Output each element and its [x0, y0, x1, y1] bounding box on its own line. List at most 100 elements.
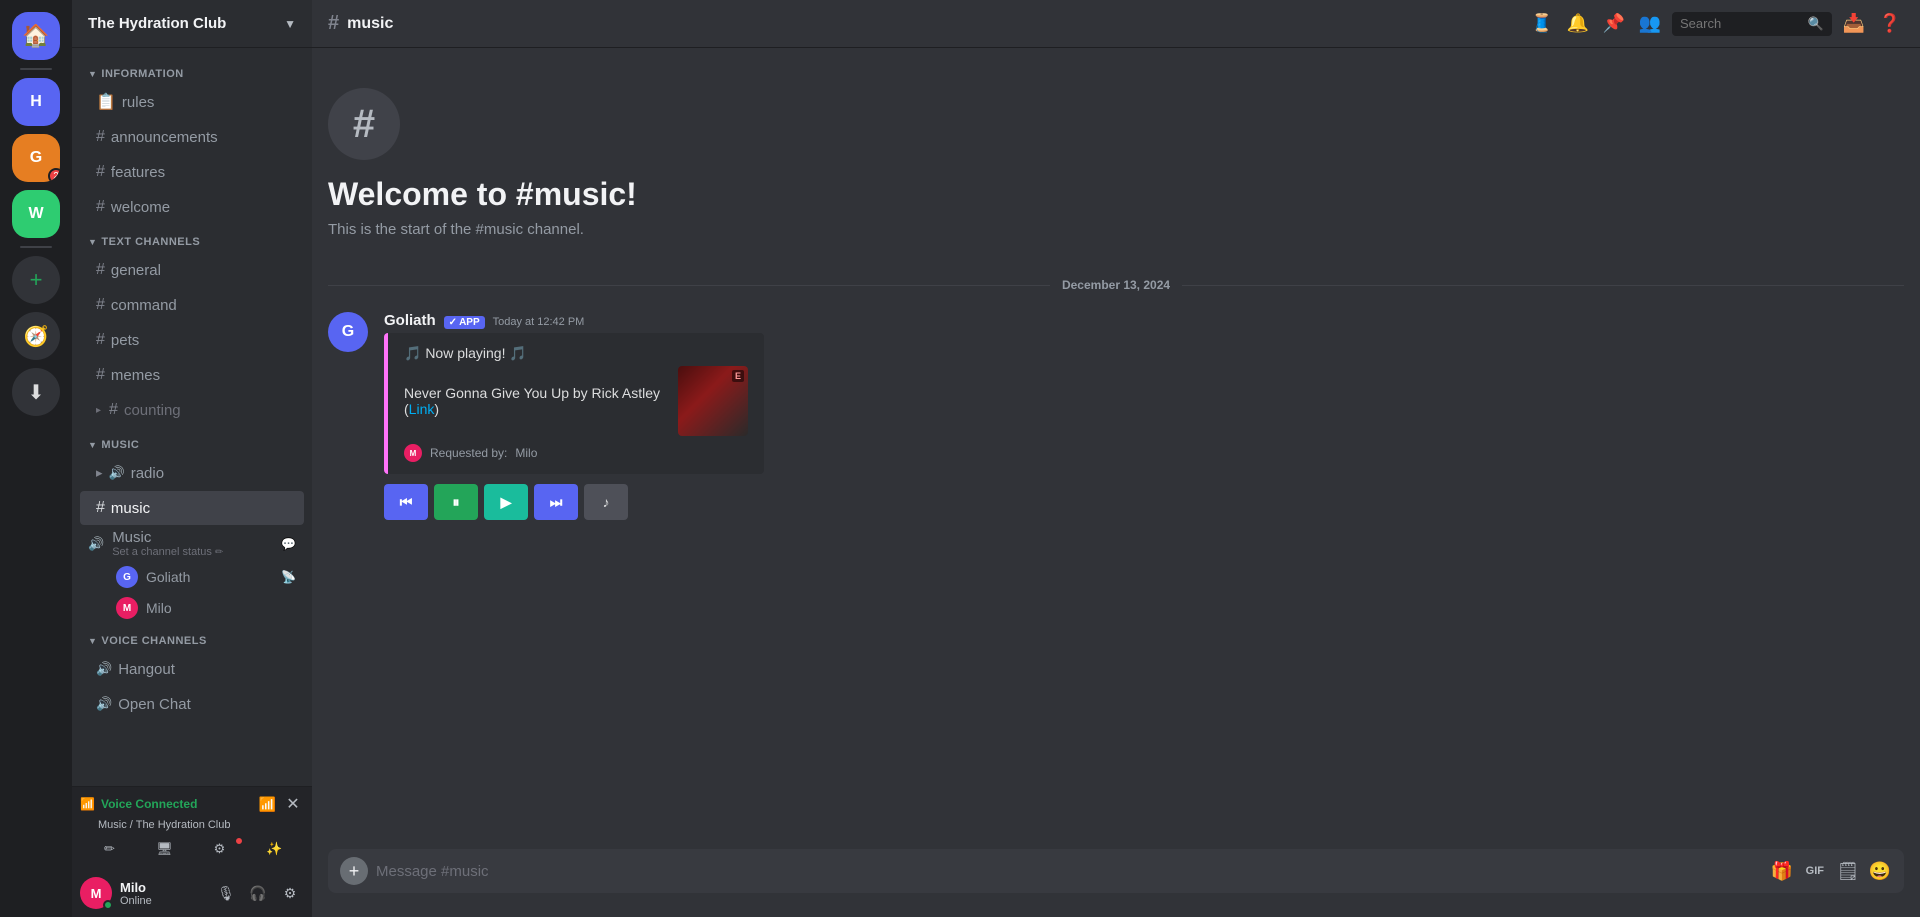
voice-effects-button[interactable]: ✨ [249, 835, 300, 863]
server-name: The Hydration Club [88, 15, 226, 32]
category-music[interactable]: ▼ MUSIC [72, 435, 312, 455]
user-status-bar: M Milo Online 🎙 🎧 ⚙ [72, 869, 312, 917]
search-input[interactable] [1680, 16, 1802, 31]
spacer [328, 528, 1904, 849]
inbox-button[interactable]: 📥 [1840, 10, 1868, 38]
voice-disconnect-button[interactable]: ✕ [282, 793, 304, 815]
server-icon-label: W [28, 205, 43, 223]
bell-icon: 🔔 [1567, 13, 1589, 34]
embed-song-row: Never Gonna Give You Up by Rick Astley (… [404, 366, 748, 436]
search-bar[interactable]: 🔍 [1672, 12, 1832, 36]
message-input[interactable] [376, 863, 1762, 880]
mute-button[interactable]: 🎙 [212, 879, 240, 907]
channel-item-general[interactable]: # general [80, 253, 304, 287]
hash-icon-music: # [96, 499, 105, 517]
hash-icon-features: # [96, 163, 105, 181]
channel-title: music [347, 15, 393, 33]
voice-member-milo[interactable]: M Milo [80, 593, 304, 623]
skip-forward-button[interactable]: ⏭ [534, 484, 578, 520]
server-icon-explore[interactable]: 🧭 [12, 312, 60, 360]
user-avatar-container[interactable]: M [80, 877, 112, 909]
member-icon-goliath: 📡 [281, 570, 296, 584]
pause-button[interactable]: ⏸ [434, 484, 478, 520]
channel-name-memes: memes [111, 367, 160, 384]
category-label-text: TEXT CHANNELS [101, 236, 200, 248]
voice-screen-button[interactable]: 🖥 [139, 835, 190, 863]
user-settings-button[interactable]: ⚙ [276, 879, 304, 907]
welcome-description: This is the start of the #music channel. [328, 221, 1904, 238]
category-label-music: MUSIC [101, 439, 139, 451]
music-voice-info: Music Set a channel status ✏ [112, 529, 223, 558]
sticker-button[interactable]: 🗒 [1836, 859, 1860, 883]
messages-area[interactable]: # Welcome to #music! This is the start o… [312, 48, 1920, 849]
server-icon-3[interactable]: W [12, 190, 60, 238]
hash-icon-command: # [96, 296, 105, 314]
help-button[interactable]: ❓ [1876, 10, 1904, 38]
music-voice-sub-channel[interactable]: 🔊 Music Set a channel status ✏ 💬 [80, 526, 304, 561]
member-list-button[interactable]: 👥 [1636, 10, 1664, 38]
pinned-messages-button[interactable]: 📌 [1600, 10, 1628, 38]
server-header[interactable]: The Hydration Club ▼ [72, 0, 312, 48]
channel-name-welcome: welcome [111, 199, 170, 216]
home-icon: 🏠 [22, 23, 49, 49]
channel-item-radio[interactable]: ▸ 🔊 radio [80, 456, 304, 490]
signal-bars-icon: 📶 [259, 796, 276, 813]
message-content: Goliath ✓ APP Today at 12:42 PM 🎵 Now pl… [384, 312, 1904, 520]
server-icon-2[interactable]: G 2 [12, 134, 60, 182]
speaker-icon-radio: 🔊 [109, 465, 125, 481]
music-controls: ⏮ ⏸ ▶ ⏭ ♪ [384, 484, 1904, 520]
message-group: G Goliath ✓ APP Today at 12:42 PM 🎵 Now … [328, 308, 1904, 524]
message-header: Goliath ✓ APP Today at 12:42 PM [384, 312, 1904, 329]
server-icon-add[interactable]: + [12, 256, 60, 304]
message-right-icons: 🎁 GIF 🗒 😀 [1770, 859, 1892, 883]
server-icon-home[interactable]: 🏠 [12, 12, 60, 60]
channel-item-rules[interactable]: 📋 rules [80, 85, 304, 119]
threads-button[interactable]: 🧵 [1528, 10, 1556, 38]
channel-item-announcements[interactable]: # announcements [80, 120, 304, 154]
channel-item-counting[interactable]: ▸ # counting [80, 393, 304, 427]
server-icon-1[interactable]: H [12, 78, 60, 126]
category-text-channels[interactable]: ▼ TEXT CHANNELS [72, 232, 312, 252]
gif-button[interactable]: GIF [1802, 859, 1828, 883]
notification-settings-button[interactable]: 🔔 [1564, 10, 1592, 38]
emoji-button[interactable]: 😀 [1868, 859, 1892, 883]
channel-item-memes[interactable]: # memes [80, 358, 304, 392]
server-divider [20, 68, 52, 70]
voice-edit-button[interactable]: ✏ [84, 835, 135, 863]
channel-item-features[interactable]: # features [80, 155, 304, 189]
category-voice-channels[interactable]: ▼ VOICE CHANNELS [72, 631, 312, 651]
play-button[interactable]: ▶ [484, 484, 528, 520]
voice-member-goliath[interactable]: G Goliath 📡 [80, 562, 304, 592]
server-icon-download[interactable]: ⬇ [12, 368, 60, 416]
skip-back-button[interactable]: ⏮ [384, 484, 428, 520]
top-bar-actions: 🧵 🔔 📌 👥 🔍 📥 ❓ [1528, 10, 1904, 38]
channel-item-open-chat[interactable]: 🔊 Open Chat [80, 687, 304, 721]
message-author: Goliath [384, 312, 436, 329]
channel-item-welcome[interactable]: # welcome [80, 190, 304, 224]
queue-button[interactable]: ♪ [584, 484, 628, 520]
voice-signal-icon: 📶 [80, 797, 95, 811]
channel-item-command[interactable]: # command [80, 288, 304, 322]
edit-icon: ✏ [215, 547, 223, 558]
user-status-text: Online [120, 895, 204, 907]
add-attachment-button[interactable]: + [340, 857, 368, 885]
muted-indicator: ▸ [96, 405, 101, 416]
hash-icon-memes: # [96, 366, 105, 384]
channel-item-pets[interactable]: # pets [80, 323, 304, 357]
deafen-button[interactable]: 🎧 [244, 879, 272, 907]
hash-icon-welcome: # [96, 198, 105, 216]
requested-by-label: Requested by: [430, 446, 507, 460]
voice-activity-button[interactable]: ⚙ [194, 835, 245, 863]
category-chevron-music: ▼ [88, 440, 97, 450]
channel-hash-symbol: # [328, 12, 339, 35]
gift-button[interactable]: 🎁 [1770, 859, 1794, 883]
top-bar: # music 🧵 🔔 📌 👥 🔍 📥 ❓ [312, 0, 1920, 48]
channel-item-music[interactable]: # music [80, 491, 304, 525]
member-avatar-milo: M [116, 597, 138, 619]
song-link[interactable]: Link [409, 401, 435, 417]
channel-title-area: # music [328, 12, 1516, 35]
channel-item-hangout[interactable]: 🔊 Hangout [80, 652, 304, 686]
channel-name-pets: pets [111, 332, 139, 349]
category-information[interactable]: ▼ INFORMATION [72, 64, 312, 84]
inbox-icon: 📥 [1843, 13, 1865, 34]
